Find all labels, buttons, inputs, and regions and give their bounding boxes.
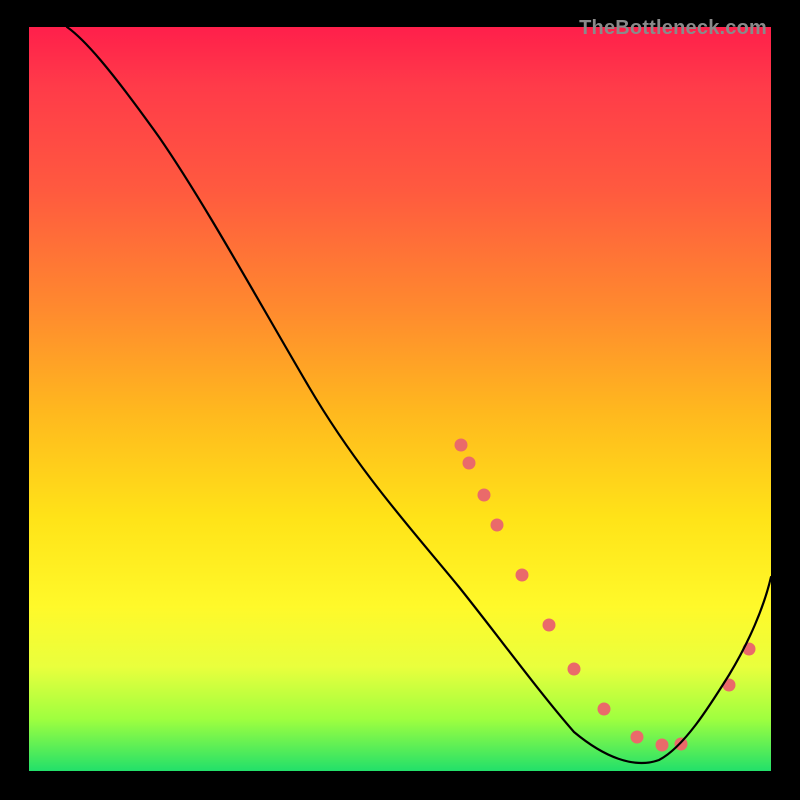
watermark-text: TheBottleneck.com xyxy=(579,17,767,40)
dot xyxy=(598,703,611,716)
bottleneck-curve xyxy=(67,27,771,763)
dot xyxy=(675,738,688,751)
dot xyxy=(455,439,468,452)
dot xyxy=(463,457,476,470)
highlight-segments xyxy=(484,495,691,742)
plot-area xyxy=(29,27,771,771)
dot xyxy=(516,569,529,582)
dot xyxy=(631,731,644,744)
dot xyxy=(656,739,669,752)
dot xyxy=(491,519,504,532)
chart-svg xyxy=(29,27,771,771)
dot xyxy=(478,489,491,502)
outer-frame: TheBottleneck.com xyxy=(15,15,785,785)
dot xyxy=(543,619,556,632)
dot xyxy=(568,663,581,676)
